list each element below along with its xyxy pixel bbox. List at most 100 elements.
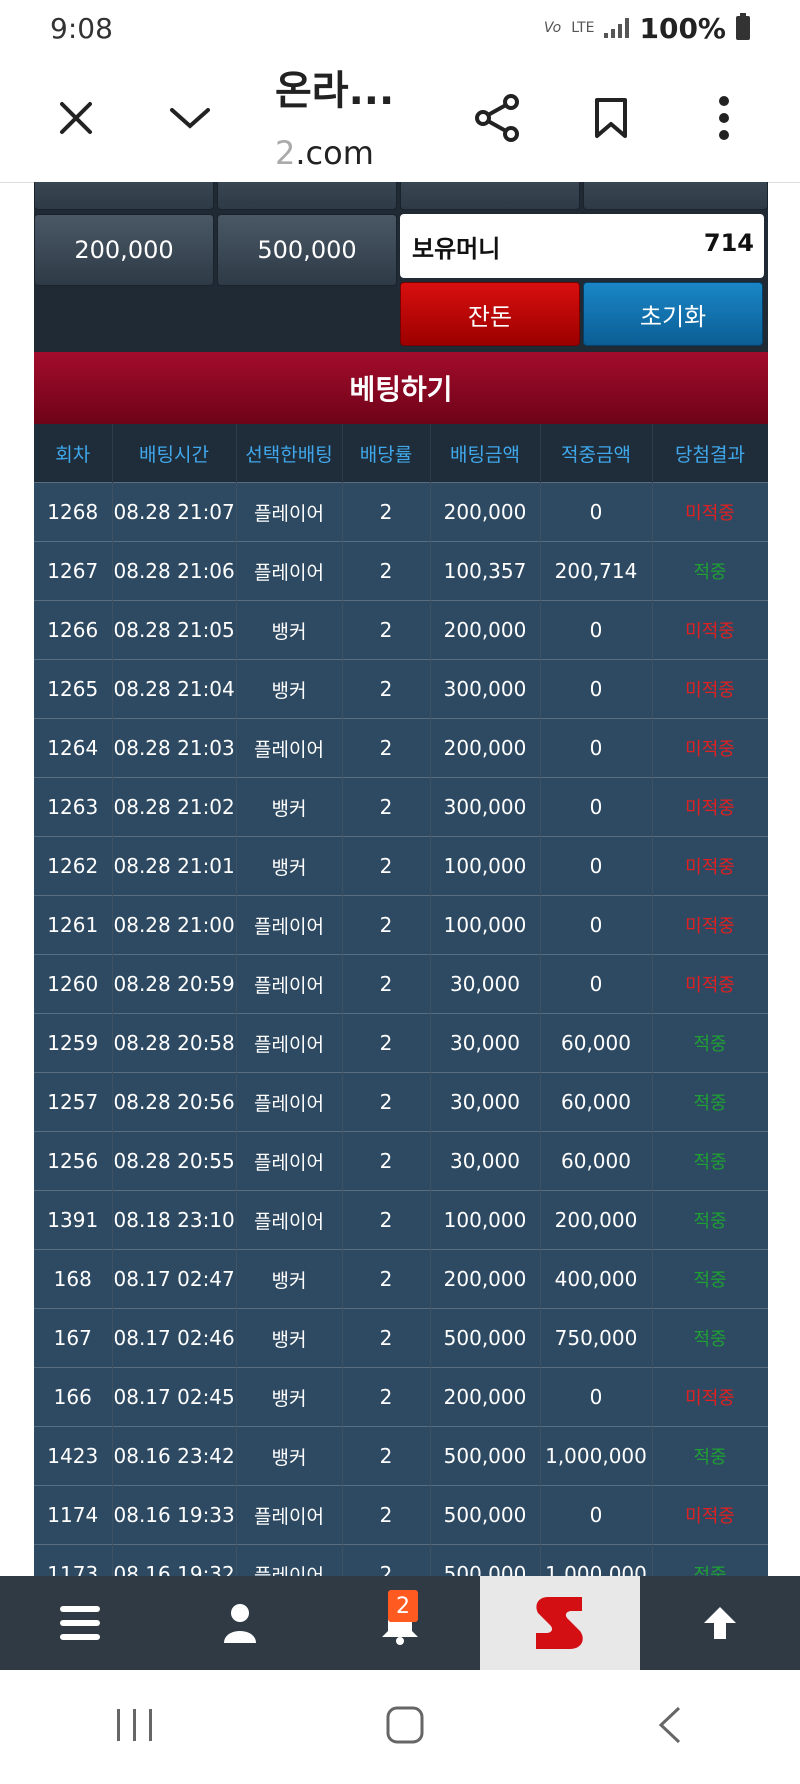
column-header: 당첨결과 <box>652 424 768 483</box>
odds-cell: 2 <box>342 836 431 896</box>
odds-cell: 2 <box>342 1249 431 1309</box>
page-title: 온라... <box>275 68 395 114</box>
time-cell: 08.28 21:01 <box>112 836 237 896</box>
odds-cell: 2 <box>342 1308 431 1368</box>
bet-amount-cell: 200,000 <box>430 482 541 542</box>
network-type: LTE <box>571 20 595 36</box>
time-cell: 08.28 21:05 <box>112 600 237 660</box>
back-icon[interactable] <box>655 1705 685 1749</box>
round-cell: 167 <box>34 1308 113 1368</box>
pick-cell: 플레이어 <box>236 1131 343 1191</box>
round-cell: 1259 <box>34 1013 113 1073</box>
time-cell: 08.28 21:03 <box>112 718 237 778</box>
time-cell: 08.28 20:55 <box>112 1131 237 1191</box>
result-cell: 적중 <box>652 1544 768 1576</box>
user-icon[interactable] <box>160 1576 320 1670</box>
url-faded-part: 2 <box>275 134 296 172</box>
column-header: 회차 <box>34 424 113 483</box>
amount-button-500000[interactable]: 500,000 <box>217 214 397 286</box>
win-amount-cell: 0 <box>540 836 653 896</box>
odds-cell: 2 <box>342 1367 431 1427</box>
pick-cell: 뱅커 <box>236 1426 343 1486</box>
pick-cell: 플레이어 <box>236 1013 343 1073</box>
balance-display: 보유머니 714 <box>400 214 764 278</box>
result-cell: 적중 <box>652 541 768 601</box>
win-amount-cell: 200,714 <box>540 541 653 601</box>
bet-history-table: 회차 배팅시간 선택한배팅 배당률 배팅금액 적중금액 당첨결과 1268 08.… <box>34 424 768 1576</box>
url-domain: .com <box>295 134 374 172</box>
result-cell: 적중 <box>652 1426 768 1486</box>
odds-cell: 2 <box>342 1190 431 1250</box>
time-cell: 08.28 21:06 <box>112 541 237 601</box>
win-amount-cell: 0 <box>540 600 653 660</box>
table-row: 1260 08.28 20:59 플레이어 2 30,000 0 미적중 <box>34 954 768 1014</box>
notification-button[interactable]: 2 <box>320 1576 480 1670</box>
table-row: 166 08.17 02:45 뱅커 2 200,000 0 미적중 <box>34 1367 768 1427</box>
close-icon[interactable] <box>48 90 104 146</box>
time-cell: 08.16 19:33 <box>112 1485 237 1545</box>
home-icon[interactable] <box>385 1705 425 1749</box>
bet-amount-cell: 100,000 <box>430 895 541 955</box>
amount-button-hidden-4[interactable] <box>583 182 768 210</box>
odds-cell: 2 <box>342 600 431 660</box>
column-header: 선택한배팅 <box>236 424 343 483</box>
time-cell: 08.28 20:58 <box>112 1013 237 1073</box>
pick-cell: 뱅커 <box>236 600 343 660</box>
place-bet-button[interactable]: 베팅하기 <box>34 352 768 424</box>
result-cell: 미적중 <box>652 718 768 778</box>
menu-icon[interactable] <box>0 1576 160 1670</box>
table-row: 1256 08.28 20:55 플레이어 2 30,000 60,000 적중 <box>34 1131 768 1191</box>
bet-amount-cell: 30,000 <box>430 1072 541 1132</box>
result-cell: 적중 <box>652 1072 768 1132</box>
status-bar: 9:08 Vo LTE 100% <box>0 0 800 56</box>
amount-button-hidden-2[interactable] <box>217 182 397 210</box>
remainder-button[interactable]: 잔돈 <box>400 282 580 346</box>
win-amount-cell: 1,000,000 <box>540 1544 653 1576</box>
odds-cell: 2 <box>342 1072 431 1132</box>
table-row: 1174 08.16 19:33 플레이어 2 500,000 0 미적중 <box>34 1485 768 1545</box>
round-cell: 1260 <box>34 954 113 1014</box>
round-cell: 1256 <box>34 1131 113 1191</box>
page-url[interactable]: 2.com <box>275 134 374 172</box>
result-cell: 미적중 <box>652 1485 768 1545</box>
column-header: 배팅시간 <box>112 424 237 483</box>
system-nav-bar <box>0 1670 800 1784</box>
table-row: 1261 08.28 21:00 플레이어 2 100,000 0 미적중 <box>34 895 768 955</box>
time-cell: 08.28 21:00 <box>112 895 237 955</box>
arrow-up-icon[interactable] <box>640 1576 800 1670</box>
win-amount-cell: 400,000 <box>540 1249 653 1309</box>
result-cell: 미적중 <box>652 600 768 660</box>
browser-toolbar: 온라... 2.com <box>0 56 800 183</box>
amount-button-200000[interactable]: 200,000 <box>34 214 214 286</box>
share-icon[interactable] <box>470 90 526 146</box>
bet-amount-cell: 500,000 <box>430 1544 541 1576</box>
site-logo[interactable] <box>480 1576 640 1670</box>
pick-cell: 뱅커 <box>236 777 343 837</box>
table-row: 1257 08.28 20:56 플레이어 2 30,000 60,000 적중 <box>34 1072 768 1132</box>
pick-cell: 뱅커 <box>236 659 343 719</box>
column-header: 배당률 <box>342 424 431 483</box>
reset-button[interactable]: 초기화 <box>583 282 763 346</box>
bet-amount-panel: 200,000 500,000 보유머니 714 잔돈 초기화 <box>34 182 768 352</box>
table-row: 1391 08.18 23:10 플레이어 2 100,000 200,000 적중 <box>34 1190 768 1250</box>
odds-cell: 2 <box>342 1426 431 1486</box>
table-row: 1264 08.28 21:03 플레이어 2 200,000 0 미적중 <box>34 718 768 778</box>
amount-button-hidden-3[interactable] <box>400 182 580 210</box>
bookmark-icon[interactable] <box>583 90 639 146</box>
table-row: 1268 08.28 21:07 플레이어 2 200,000 0 미적중 <box>34 482 768 542</box>
table-row: 1262 08.28 21:01 뱅커 2 100,000 0 미적중 <box>34 836 768 896</box>
result-cell: 미적중 <box>652 954 768 1014</box>
pick-cell: 플레이어 <box>236 1072 343 1132</box>
chevron-down-icon[interactable] <box>162 90 218 146</box>
win-amount-cell: 60,000 <box>540 1131 653 1191</box>
amount-button-hidden-1[interactable] <box>34 182 214 210</box>
pick-cell: 뱅커 <box>236 836 343 896</box>
bet-amount-cell: 30,000 <box>430 1131 541 1191</box>
more-vert-icon[interactable] <box>696 90 752 146</box>
result-cell: 적중 <box>652 1308 768 1368</box>
table-row: 1259 08.28 20:58 플레이어 2 30,000 60,000 적중 <box>34 1013 768 1073</box>
recent-apps-icon[interactable] <box>115 1707 155 1747</box>
time-cell: 08.17 02:47 <box>112 1249 237 1309</box>
pick-cell: 뱅커 <box>236 1367 343 1427</box>
battery-percent: 100% <box>639 11 726 45</box>
